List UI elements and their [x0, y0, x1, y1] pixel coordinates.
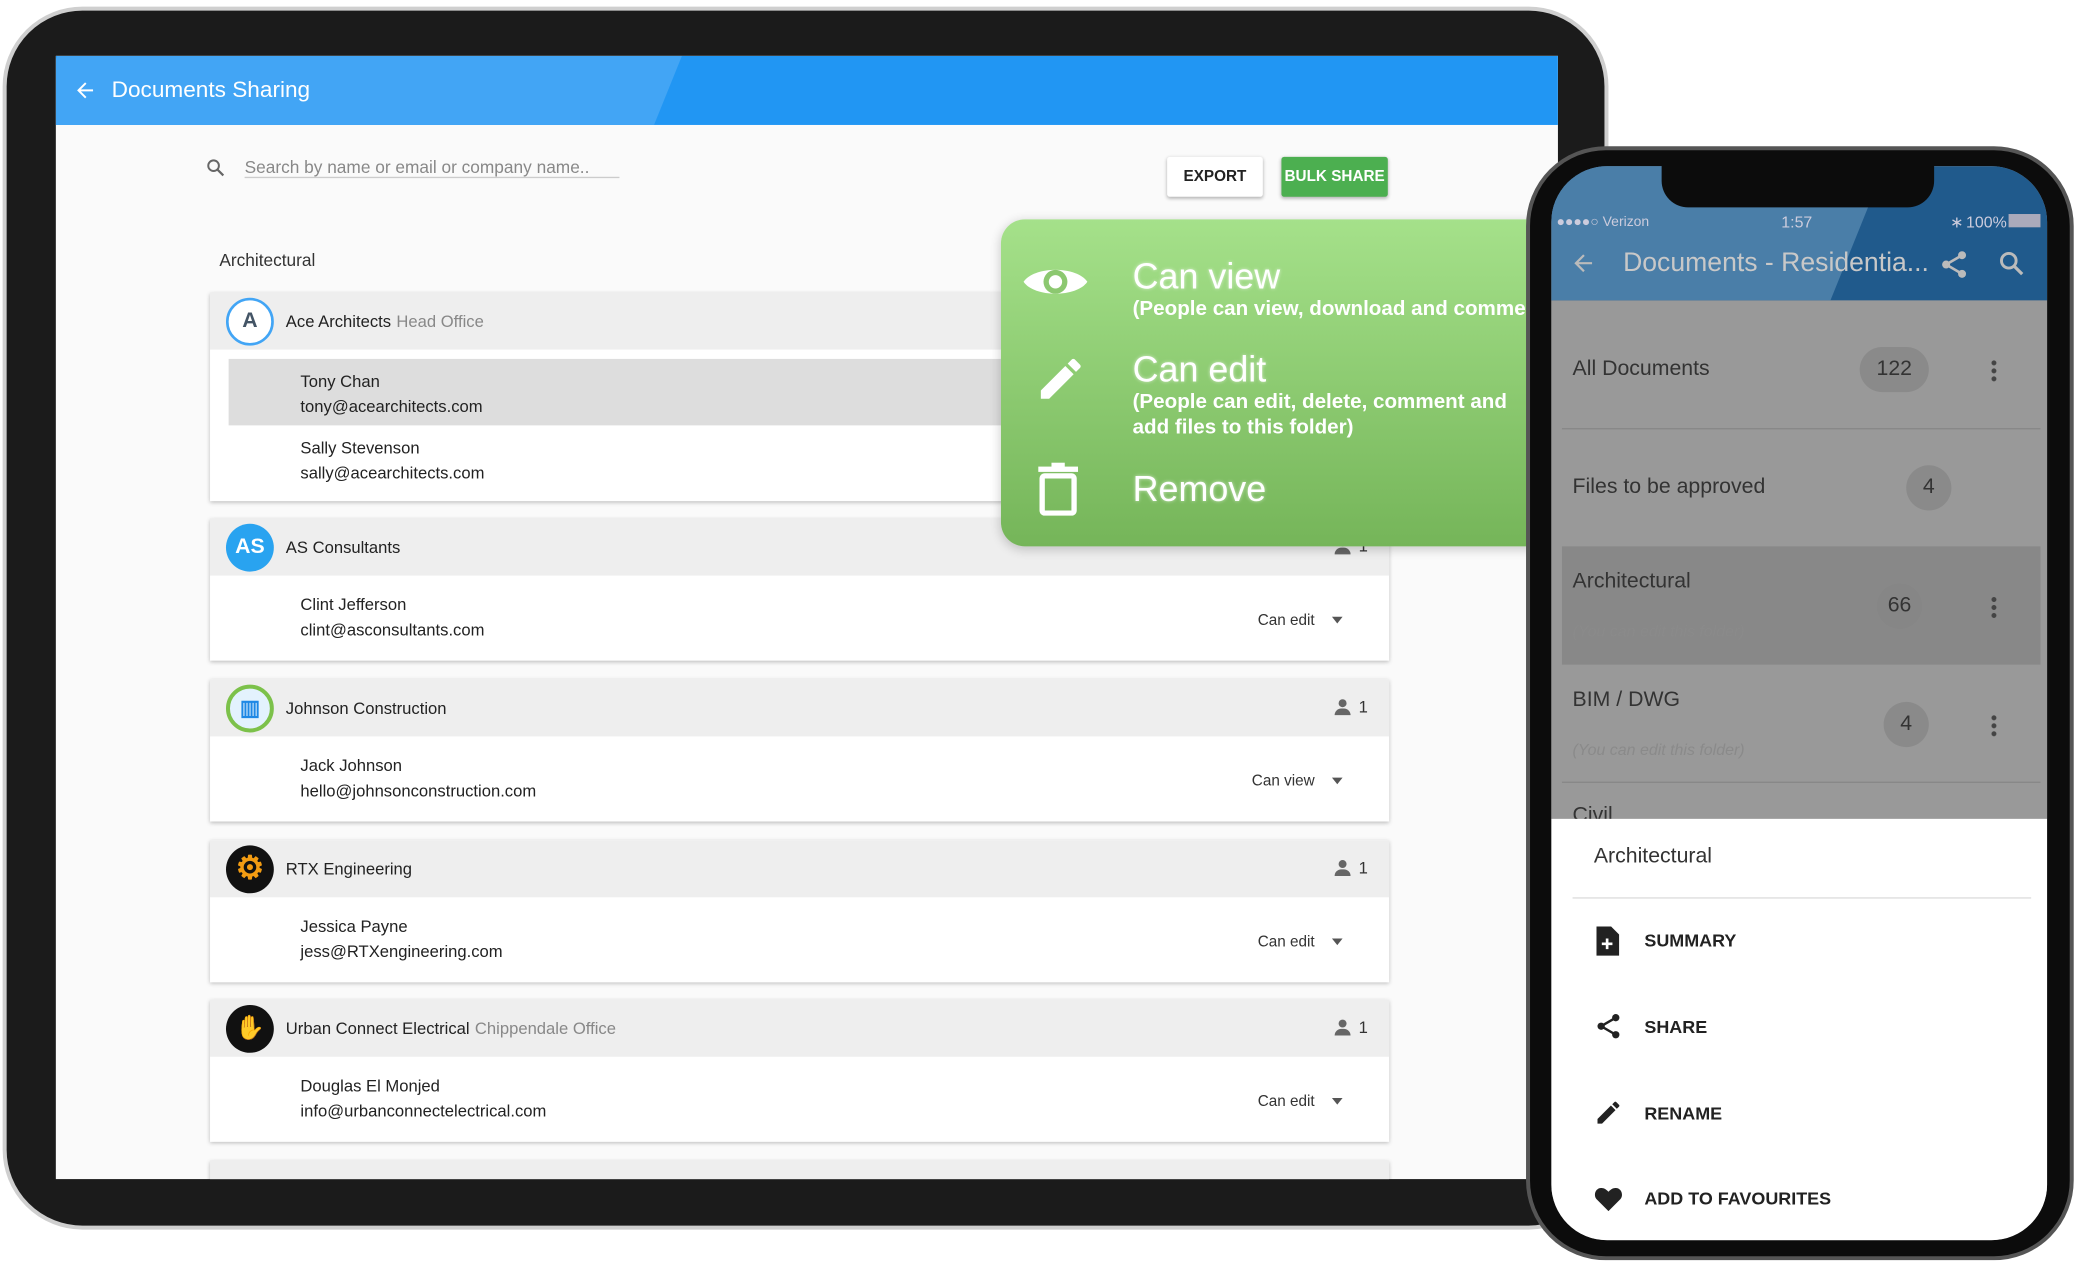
option-remove[interactable]: Remove	[1133, 469, 1267, 510]
member-row[interactable]: Jessica Payne jess@RTXengineering.com Can…	[210, 897, 1389, 982]
company-card: ▥ Johnson Construction 1 Jack Johnson hel…	[210, 679, 1390, 822]
bluetooth-icon: ∗	[1950, 212, 1964, 232]
member-row[interactable]: Jack Johnson hello@johnsonconstruction.co…	[210, 736, 1389, 821]
company-card	[210, 1160, 1390, 1180]
permission-select[interactable]: Can edit	[1258, 931, 1315, 956]
caret-down-icon[interactable]	[1331, 616, 1343, 624]
heart-icon	[1594, 1188, 1622, 1212]
more-icon[interactable]	[1991, 713, 1997, 738]
share-icon	[1597, 1014, 1620, 1039]
sheet-title: Architectural	[1593, 845, 1713, 869]
company-logo: ⚙	[225, 844, 274, 893]
trash-icon[interactable]	[1038, 462, 1079, 516]
add-to-favourites-action[interactable]: ADD TO FAVOURITES	[1644, 1188, 1831, 1208]
caret-down-icon[interactable]	[1331, 777, 1343, 785]
folder-all-documents[interactable]: All Documents	[1573, 358, 1710, 382]
bulk-share-button[interactable]: BULK SHARE	[1281, 156, 1388, 197]
company-header[interactable]: ✋ Urban Connect Electrical Chippendale Of…	[210, 999, 1390, 1057]
file-plus-icon	[1596, 926, 1620, 956]
company-header[interactable]: ▥ Johnson Construction 1	[210, 679, 1390, 737]
arrow-left-icon[interactable]	[73, 78, 97, 102]
person-icon	[1334, 1019, 1351, 1036]
company-header[interactable]: ⚙ RTX Engineering 1	[210, 840, 1390, 898]
member-row[interactable]: Douglas El Monjed info@urbanconnectelectr…	[210, 1057, 1389, 1142]
company-card: ✋ Urban Connect Electrical Chippendale Of…	[210, 999, 1390, 1142]
share-action[interactable]: SHARE	[1644, 1017, 1707, 1037]
company-logo: AS	[225, 523, 274, 571]
export-button[interactable]: EXPORT	[1167, 156, 1263, 197]
folder-list: All Documents 122 Files to be approved 4…	[1551, 300, 2048, 827]
summary-action[interactable]: SUMMARY	[1644, 931, 1736, 951]
rename-action[interactable]: RENAME	[1644, 1103, 1722, 1123]
person-icon	[1334, 699, 1351, 716]
more-icon[interactable]	[1991, 595, 1997, 620]
pencil-icon	[1597, 1101, 1620, 1124]
permission-popup: Can view (People can view, download and …	[1000, 219, 1558, 547]
caret-down-icon[interactable]	[1331, 1098, 1343, 1105]
permission-select[interactable]: Can edit	[1258, 609, 1315, 634]
company-logo: ▥	[225, 683, 274, 732]
arrow-left-icon[interactable]	[1570, 250, 1597, 277]
app-header: Documents Sharing	[55, 55, 1558, 125]
permission-select[interactable]: Can edit	[1258, 1090, 1315, 1115]
member-row[interactable]: Clint Jefferson clint@asconsultants.com C…	[210, 576, 1389, 661]
folder-architectural[interactable]: Architectural	[1573, 570, 1691, 594]
company-logo: A	[225, 297, 274, 345]
caret-down-icon[interactable]	[1331, 938, 1343, 946]
share-icon[interactable]	[1938, 249, 1970, 281]
search-icon	[207, 159, 225, 177]
battery-icon	[2008, 214, 2041, 228]
person-icon	[1334, 860, 1351, 877]
folder-bim-dwg[interactable]: BIM / DWG	[1573, 689, 1681, 713]
bottom-sheet: Architectural SUMMARY SHARE RENAME ADD T…	[1551, 818, 2048, 1241]
company-card: ⚙ RTX Engineering 1 Jessica Payne jess@RT…	[210, 840, 1390, 983]
search-icon[interactable]	[1997, 249, 2026, 278]
section-title: Architectural	[219, 249, 316, 270]
phone-title: Documents - Residentia...	[1623, 248, 1929, 278]
pencil-icon[interactable]	[1034, 352, 1087, 405]
phone-screen: ●●●●○ Verizon 1:57 ∗ 100% Documents - Re…	[1551, 166, 2048, 1241]
company-logo: ✋	[225, 1004, 274, 1053]
page-title: Documents Sharing	[111, 77, 311, 103]
eye-icon[interactable]	[1021, 259, 1090, 304]
option-can-view[interactable]: Can view	[1133, 257, 1281, 298]
search-input[interactable]: Search by name or email or company name.…	[245, 157, 590, 177]
folder-files-to-be-approved[interactable]: Files to be approved	[1573, 476, 1766, 500]
permission-select[interactable]: Can view	[1252, 770, 1315, 795]
option-can-edit[interactable]: Can edit	[1133, 350, 1267, 391]
phone-notch	[1661, 159, 1935, 208]
more-icon[interactable]	[1991, 358, 1997, 383]
